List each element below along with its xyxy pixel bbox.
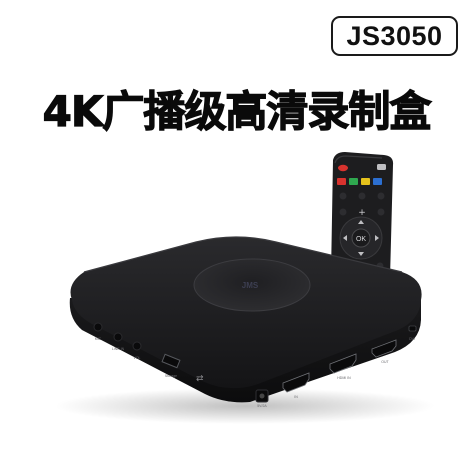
hdmi-in-label-2: HDMI IN [337, 376, 351, 380]
dvi-port [408, 325, 417, 332]
remote-color-green [349, 178, 358, 185]
hdmi-out-label: OUT [381, 360, 389, 364]
mic-jack [93, 322, 103, 332]
remote-color-red [337, 178, 346, 185]
front-label-mic: MIC [95, 337, 102, 341]
svg-text:+: + [358, 208, 366, 218]
remote-power-button [338, 164, 348, 172]
hdmi-in-label-1: IN [294, 395, 298, 399]
front-label-vol: VOL [133, 356, 140, 360]
remote-color-blue [373, 178, 382, 185]
dvi-label: DVI [409, 337, 415, 341]
top-logo: JMS [242, 281, 259, 290]
remote-color-yellow [361, 178, 370, 185]
front-label-line-in: LINE IN [112, 347, 125, 351]
volume-knob [132, 341, 142, 351]
remote-ok-label: OK [356, 236, 366, 243]
product-photo: + OK JMS MIC LINE IN VOL Storage ⇄ 5V/2A… [55, 152, 435, 424]
power-label: 5V/2A [257, 404, 267, 408]
line-in-jack [113, 332, 123, 342]
usb-label: Storage [165, 374, 177, 378]
remote-camera-button [377, 164, 386, 170]
svg-text:⇄: ⇄ [196, 374, 204, 384]
